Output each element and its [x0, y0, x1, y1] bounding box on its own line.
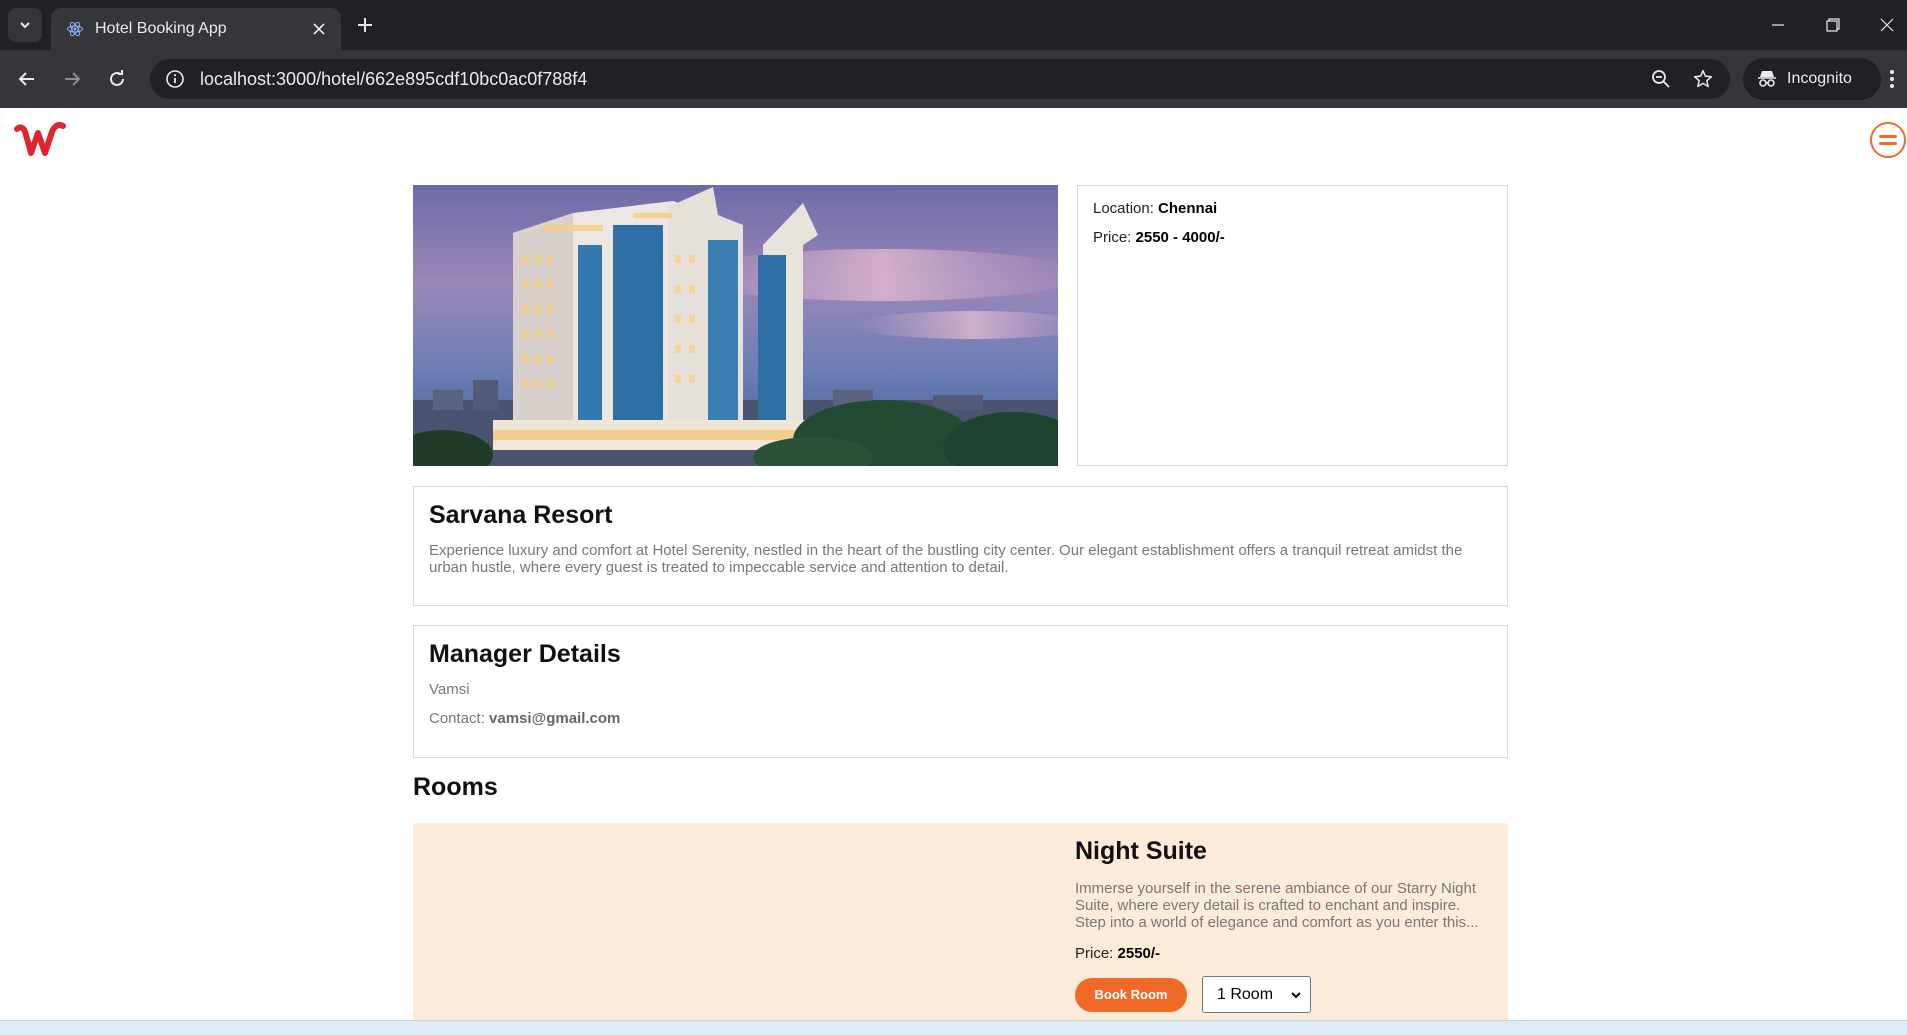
- browser-tab[interactable]: Hotel Booking App: [51, 8, 341, 50]
- contact-label: Contact:: [429, 710, 490, 727]
- incognito-icon: [1757, 70, 1777, 88]
- hotel-image: [413, 185, 1058, 466]
- manager-name: Vamsi: [429, 681, 470, 698]
- room-price-value: 2550/-: [1117, 945, 1161, 962]
- price-line: Price: 2550 - 4000/-: [1093, 229, 1492, 246]
- manager-contact: Contact: vamsi@gmail.com: [429, 710, 1492, 727]
- restore-button[interactable]: [1813, 10, 1853, 40]
- close-icon[interactable]: [309, 19, 329, 39]
- manager-details-card: Manager Details Vamsi Contact: vamsi@gma…: [413, 625, 1508, 758]
- price-label: Price:: [1093, 229, 1136, 246]
- react-icon: [65, 19, 85, 39]
- location-line: Location: Chennai: [1093, 200, 1492, 217]
- menu-toggle-button[interactable]: [1870, 122, 1906, 158]
- room-price-label: Price:: [1075, 945, 1118, 962]
- more-vert-icon: [1890, 70, 1894, 88]
- brand-logo[interactable]: [13, 121, 67, 159]
- minimize-icon: [1772, 24, 1784, 26]
- browser-tab-bar: Hotel Booking App: [0, 0, 1907, 50]
- book-room-button[interactable]: Book Room: [1075, 977, 1187, 1012]
- price-value: 2550 - 4000/-: [1135, 229, 1225, 246]
- room-count-select[interactable]: 1 Room: [1202, 976, 1311, 1013]
- star-icon[interactable]: [1688, 64, 1718, 94]
- arrow-left-icon: [18, 72, 34, 86]
- reload-button[interactable]: [102, 64, 132, 94]
- location-value: Chennai: [1158, 200, 1218, 217]
- reload-icon: [110, 70, 124, 86]
- room-description: Immerse yourself in the serene ambiance …: [1075, 880, 1479, 931]
- room-count-value: 1 Room: [1217, 985, 1274, 1003]
- hotel-info-card: Location: Chennai Price: 2550 - 4000/-: [1077, 185, 1508, 466]
- close-icon: [1880, 18, 1894, 32]
- tab-search-button[interactable]: [8, 8, 42, 42]
- location-label: Location:: [1093, 200, 1159, 217]
- manager-email: vamsi@gmail.com: [489, 710, 621, 727]
- room-price-line: Price: 2550/-: [1075, 945, 1485, 962]
- back-button[interactable]: [12, 64, 42, 94]
- zoom-icon[interactable]: [1646, 64, 1676, 94]
- plus-icon: [358, 18, 372, 32]
- hotel-description-card: Sarvana Resort Experience luxury and com…: [413, 486, 1508, 606]
- arrow-right-icon: [65, 72, 81, 86]
- rooms-heading: Rooms: [413, 773, 498, 801]
- room-actions: Book Room 1 Room: [1075, 976, 1485, 1013]
- close-window-button[interactable]: [1867, 10, 1907, 40]
- room-info: Night Suite Immerse yourself in the sere…: [1075, 837, 1485, 1013]
- info-icon[interactable]: [164, 68, 186, 90]
- menu-icon-bar: [1879, 135, 1897, 138]
- room-name: Night Suite: [1075, 837, 1207, 865]
- room-card: Night Suite Immerse yourself in the sere…: [413, 823, 1508, 1020]
- incognito-indicator[interactable]: Incognito: [1743, 58, 1881, 100]
- restore-icon: [1826, 18, 1840, 32]
- chevron-down-icon: [20, 22, 30, 29]
- hotel-name: Sarvana Resort: [429, 501, 613, 529]
- chevron-down-icon: [1291, 991, 1301, 998]
- os-taskbar: [0, 1020, 1907, 1035]
- browser-toolbar: localhost:3000/hotel/662e895cdf10bc0ac0f…: [0, 50, 1907, 108]
- hotel-description: Experience luxury and comfort at Hotel S…: [429, 542, 1463, 576]
- browser-menu-button[interactable]: [1880, 64, 1904, 94]
- manager-heading: Manager Details: [429, 640, 621, 668]
- forward-button[interactable]: [57, 64, 87, 94]
- tab-title: Hotel Booking App: [95, 20, 227, 37]
- address-bar[interactable]: localhost:3000/hotel/662e895cdf10bc0ac0f…: [150, 59, 1730, 99]
- menu-icon-bar: [1879, 142, 1897, 145]
- new-tab-button[interactable]: [352, 12, 378, 38]
- incognito-label: Incognito: [1787, 70, 1852, 87]
- page-content: Location: Chennai Price: 2550 - 4000/- S…: [0, 108, 1907, 1020]
- url-text[interactable]: localhost:3000/hotel/662e895cdf10bc0ac0f…: [200, 69, 1646, 90]
- minimize-button[interactable]: [1758, 10, 1798, 40]
